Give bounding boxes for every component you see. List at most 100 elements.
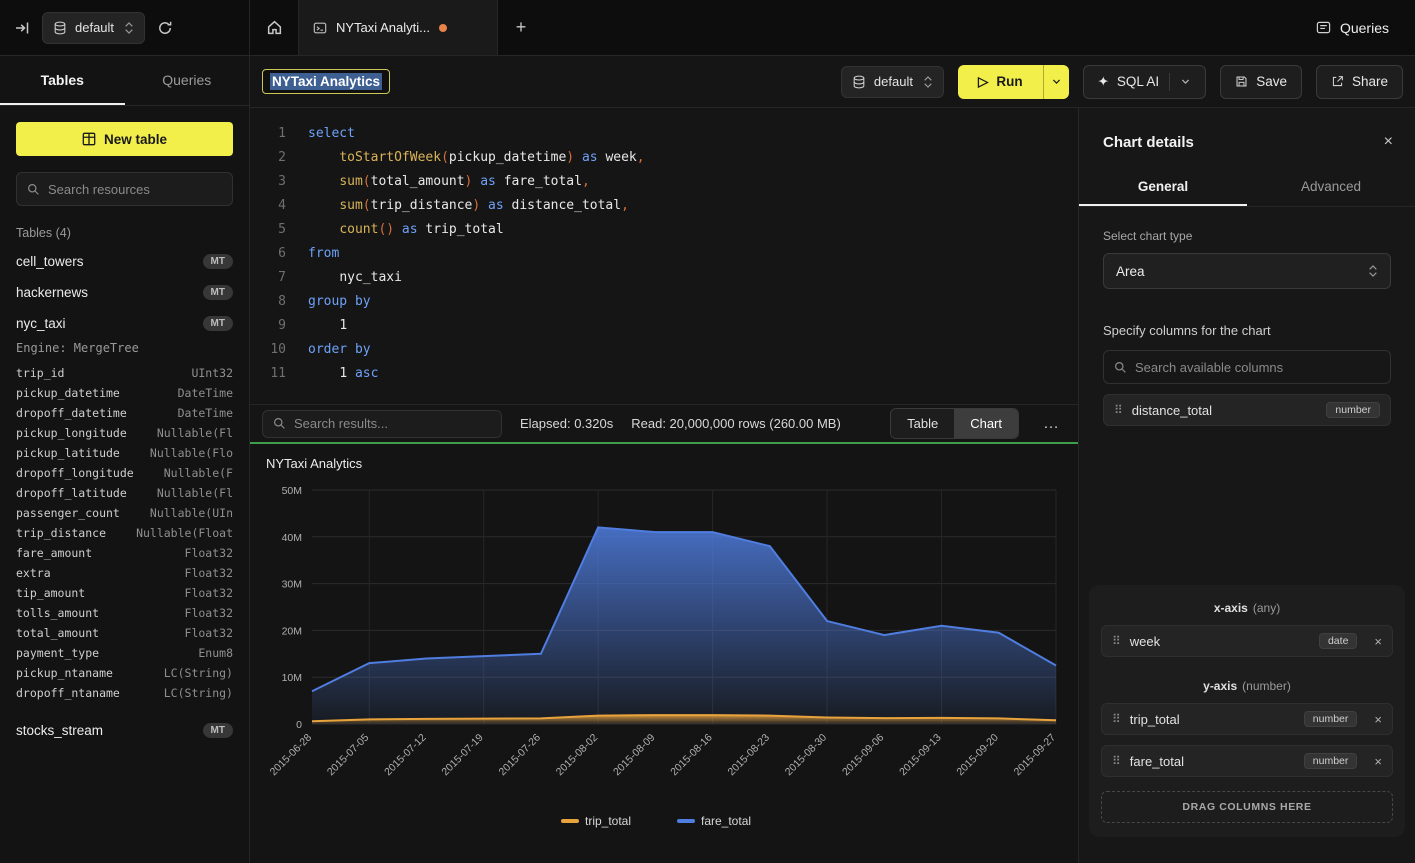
sql-editor[interactable]: 1select2 toStartOfWeek(pickup_datetime) … [250,108,1078,404]
column-row[interactable]: dropoff_latitudeNullable(Fl [0,483,249,503]
header-actions: default ▷ Run ✦ SQL AI [841,65,1403,99]
view-chart-button[interactable]: Chart [954,409,1018,438]
chevron-updown-icon [124,21,134,35]
new-tab-button[interactable]: + [498,0,544,55]
unsaved-dot-icon [439,24,447,32]
column-row[interactable]: dropoff_longitudeNullable(F [0,463,249,483]
remove-icon[interactable]: × [1374,755,1382,768]
play-icon: ▷ [978,74,988,90]
table-list: cell_towers MT hackernews MT nyc_taxi MT… [0,246,249,863]
column-name: pickup_latitude [16,445,120,461]
close-icon[interactable]: × [1384,134,1393,150]
table-row-nyc-taxi[interactable]: nyc_taxi MT [0,308,249,339]
sql-ai-button[interactable]: ✦ SQL AI [1083,65,1207,99]
column-name: fare_amount [16,545,92,561]
column-row[interactable]: fare_amountFloat32 [0,543,249,563]
chart-type-select[interactable]: Area [1103,253,1391,289]
column-row[interactable]: pickup_ntanameLC(String) [0,663,249,683]
x-axis-chip-week[interactable]: ⠿ week date × [1101,625,1393,657]
column-name: tolls_amount [16,605,99,621]
more-options-icon[interactable]: … [1037,415,1066,433]
column-name: pickup_longitude [16,425,127,441]
column-row[interactable]: trip_distanceNullable(Float [0,523,249,543]
y-axis-chip-trip-total[interactable]: ⠿ trip_total number × [1101,703,1393,735]
column-row[interactable]: tip_amountFloat32 [0,583,249,603]
database-selector[interactable]: default [42,12,145,44]
collapse-sidebar-icon[interactable] [14,20,30,36]
queries-button[interactable]: Queries [1316,20,1389,36]
column-row[interactable]: extraFloat32 [0,563,249,583]
svg-text:0: 0 [296,719,302,731]
refresh-icon[interactable] [157,20,173,36]
database-selector-header[interactable]: default [841,66,944,98]
column-row[interactable]: payment_typeEnum8 [0,643,249,663]
column-row[interactable]: total_amountFloat32 [0,623,249,643]
type-badge: date [1319,633,1357,649]
query-header: NYTaxi Analytics default ▷ Run [250,56,1415,108]
column-chip-distance-total[interactable]: ⠿ distance_total number [1103,394,1391,426]
share-icon [1331,75,1344,88]
tab-advanced[interactable]: Advanced [1247,169,1415,206]
table-grid-icon [82,132,96,146]
table-row-hackernews[interactable]: hackernews MT [0,277,249,308]
svg-text:2015-08-16: 2015-08-16 [668,732,715,779]
column-row[interactable]: pickup_longitudeNullable(Fl [0,423,249,443]
engine-badge: MT [203,316,233,331]
y-axis-label: y-axis(number) [1101,679,1393,693]
column-row[interactable]: tolls_amountFloat32 [0,603,249,623]
column-row[interactable]: pickup_latitude Nullable(Flo [0,443,249,463]
column-row[interactable]: dropoff_datetimeDateTime [0,403,249,423]
chevron-updown-icon [923,75,933,89]
tab-nytaxi-analytics[interactable]: NYTaxi Analyti... [298,0,498,55]
chart-area: NYTaxi Analytics 010M20M30M40M50M2015-06… [250,444,1078,863]
elapsed-time: Elapsed: 0.320s [520,416,613,431]
column-row[interactable]: trip_idUInt32 [0,363,249,383]
column-type: LC(String) [164,685,233,701]
column-type: Nullable(Flo [150,445,233,461]
svg-text:10M: 10M [282,672,302,684]
column-row[interactable]: pickup_datetimeDateTime [0,383,249,403]
share-button[interactable]: Share [1316,65,1403,99]
query-title-input[interactable]: NYTaxi Analytics [262,69,390,94]
column-name: tip_amount [16,585,85,601]
new-table-button[interactable]: New table [16,122,233,156]
svg-text:2015-06-28: 2015-06-28 [268,732,315,779]
column-type: Nullable(Float [136,525,233,541]
run-options-button[interactable] [1043,65,1069,99]
drag-handle-icon: ⠿ [1112,713,1121,725]
table-row-cell-towers[interactable]: cell_towers MT [0,246,249,277]
sidebar-tab-queries[interactable]: Queries [125,56,250,105]
svg-text:30M: 30M [282,579,302,591]
drop-zone[interactable]: DRAG COLUMNS HERE [1101,791,1393,823]
results-search-input[interactable] [294,416,491,431]
chevron-down-icon [1180,76,1191,87]
svg-text:2015-08-09: 2015-08-09 [611,732,658,779]
home-icon[interactable] [250,0,298,55]
console-icon [313,21,327,35]
column-name: pickup_datetime [16,385,120,401]
run-button[interactable]: ▷ Run [958,65,1043,99]
sidebar-tab-tables[interactable]: Tables [0,56,125,105]
columns-search-input[interactable] [1135,360,1380,375]
queries-button-label: Queries [1340,20,1389,36]
table-row-stocks-stream[interactable]: stocks_stream MT [0,715,249,746]
save-button[interactable]: Save [1220,65,1302,99]
remove-icon[interactable]: × [1374,635,1382,648]
column-name: extra [16,565,51,581]
column-row[interactable]: passenger_countNullable(UIn [0,503,249,523]
drag-handle-icon: ⠿ [1114,404,1123,416]
view-table-button[interactable]: Table [891,409,954,438]
column-name: pickup_ntaname [16,665,113,681]
column-row[interactable]: dropoff_ntanameLC(String) [0,683,249,703]
column-type: Nullable(UIn [150,505,233,521]
type-badge: number [1304,753,1358,769]
code-line: 1select [250,122,1078,146]
svg-text:2015-07-19: 2015-07-19 [439,732,486,779]
y-axis-chip-fare-total[interactable]: ⠿ fare_total number × [1101,745,1393,777]
tab-general[interactable]: General [1079,169,1247,206]
remove-icon[interactable]: × [1374,713,1382,726]
column-name: payment_type [16,645,99,661]
run-button-group: ▷ Run [958,65,1069,99]
sidebar-search-input[interactable] [48,182,224,197]
search-icon [1114,361,1127,374]
